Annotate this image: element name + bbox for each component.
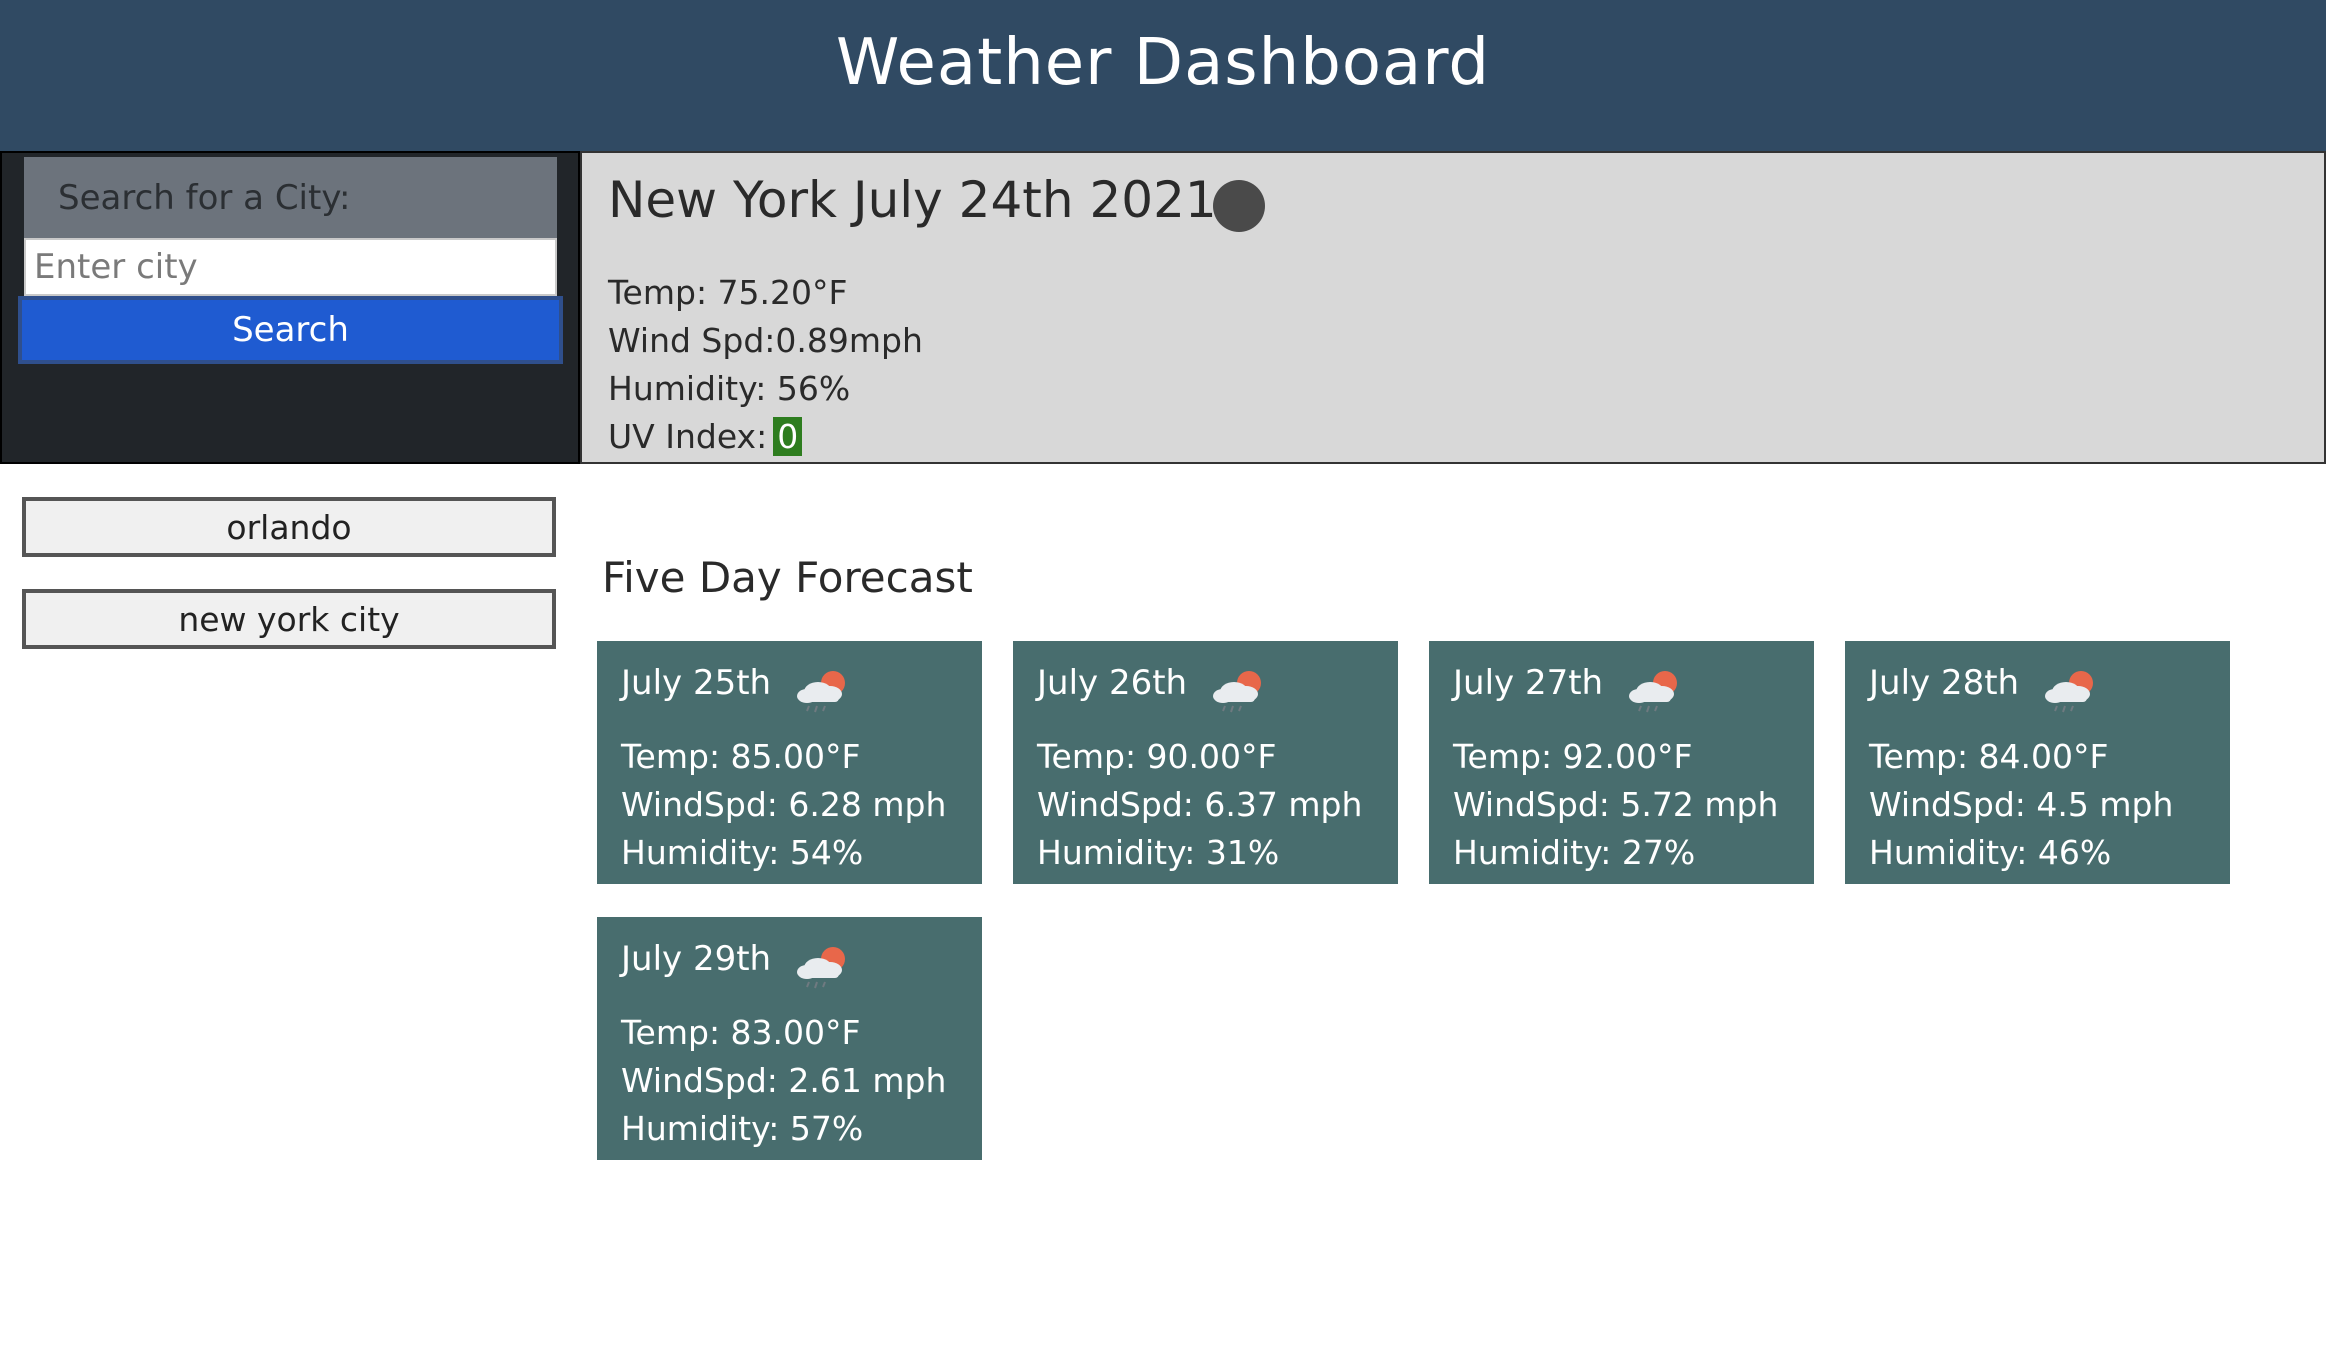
search-panel: Search for a City: Search [0,151,580,464]
forecast-card: July 29th Temp: 83.00°F WindSpd: 2.61 mp… [597,917,982,1160]
forecast-heading: Five Day Forecast [602,553,973,602]
current-uv: UV Index: 0 [608,417,803,456]
current-weather-panel: New York July 24th 2021 Temp: 75.20°F Wi… [580,151,2326,464]
city-search-input[interactable] [24,238,557,296]
cloud-sun-rain-icon [1629,671,1677,713]
weather-icon [1213,180,1265,232]
search-label: Search for a City: [24,157,557,240]
forecast-card: July 26th Temp: 90.00°F WindSpd: 6.37 mp… [1013,641,1398,884]
forecast-wind: WindSpd: 2.61 mph [621,1061,947,1100]
forecast-wind: WindSpd: 6.28 mph [621,785,947,824]
cloud-sun-rain-icon [797,947,845,989]
forecast-date: July 27th [1453,663,1604,703]
history-city-button[interactable]: new york city [22,589,556,649]
page-header: Weather Dashboard [0,0,2326,151]
forecast-wind: WindSpd: 5.72 mph [1453,785,1779,824]
forecast-wind: WindSpd: 6.37 mph [1037,785,1363,824]
current-wind: Wind Spd:0.89mph [608,321,923,360]
forecast-temp: Temp: 84.00°F [1869,737,2109,776]
forecast-wind: WindSpd: 4.5 mph [1869,785,2174,824]
search-button[interactable]: Search [18,296,563,364]
current-humidity: Humidity: 56% [608,369,851,408]
forecast-card: July 28th Temp: 84.00°F WindSpd: 4.5 mph… [1845,641,2230,884]
current-city-date: New York July 24th 2021 [608,171,1217,229]
forecast-humidity: Humidity: 46% [1869,833,2112,872]
cloud-sun-rain-icon [2045,671,2093,713]
uv-label: UV Index: [608,417,768,456]
cloud-sun-rain-icon [797,671,845,713]
forecast-date: July 26th [1037,663,1188,703]
page-title: Weather Dashboard [835,26,1491,100]
history-city-button[interactable]: orlando [22,497,556,557]
forecast-temp: Temp: 85.00°F [621,737,861,776]
forecast-temp: Temp: 90.00°F [1037,737,1277,776]
forecast-card: July 27th Temp: 92.00°F WindSpd: 5.72 mp… [1429,641,1814,884]
forecast-humidity: Humidity: 27% [1453,833,1696,872]
forecast-date: July 25th [621,663,772,703]
uv-index-badge: 0 [773,417,803,456]
forecast-temp: Temp: 92.00°F [1453,737,1693,776]
forecast-humidity: Humidity: 54% [621,833,864,872]
current-temp: Temp: 75.20°F [608,273,848,312]
cloud-sun-rain-icon [1213,671,1261,713]
forecast-humidity: Humidity: 31% [1037,833,1280,872]
forecast-date: July 28th [1869,663,2020,703]
forecast-card: July 25th Temp: 85.00°F WindSpd: 6.28 mp… [597,641,982,884]
forecast-date: July 29th [621,939,772,979]
forecast-temp: Temp: 83.00°F [621,1013,861,1052]
forecast-humidity: Humidity: 57% [621,1109,864,1148]
